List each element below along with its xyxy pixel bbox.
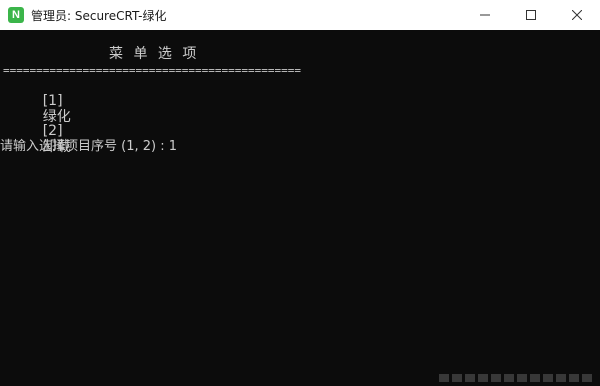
input-prompt: 请输入选择项目序号 (1, 2) : 1 xyxy=(0,139,177,154)
watermark xyxy=(362,370,592,384)
watermark-glyph xyxy=(556,374,566,382)
menu-option-key: [2] xyxy=(42,123,63,139)
minimize-button[interactable] xyxy=(462,0,508,30)
watermark-glyph xyxy=(478,374,488,382)
title-bar[interactable]: N 管理员: SecureCRT-绿化 xyxy=(0,0,600,30)
watermark-glyph xyxy=(543,374,553,382)
watermark-glyph xyxy=(465,374,475,382)
window-controls xyxy=(462,0,600,30)
watermark-glyph xyxy=(530,374,540,382)
minimize-icon xyxy=(480,14,490,16)
close-icon xyxy=(572,10,582,20)
close-button[interactable] xyxy=(554,0,600,30)
maximize-icon xyxy=(526,10,536,20)
watermark-glyph xyxy=(439,374,449,382)
menu-title: 菜 单 选 项 xyxy=(109,46,200,62)
watermark-glyph xyxy=(491,374,501,382)
terminal-console[interactable]: 菜 单 选 项 ================================… xyxy=(0,30,600,386)
watermark-glyph xyxy=(582,374,592,382)
watermark-glyph xyxy=(517,374,527,382)
maximize-button[interactable] xyxy=(508,0,554,30)
app-icon[interactable]: N xyxy=(8,7,24,23)
watermark-glyph xyxy=(504,374,514,382)
securecrt-window: N 管理员: SecureCRT-绿化 菜 单 选 项 ============… xyxy=(0,0,600,386)
watermark-glyph xyxy=(569,374,579,382)
watermark-glyph xyxy=(452,374,462,382)
window-title: 管理员: SecureCRT-绿化 xyxy=(31,8,167,23)
